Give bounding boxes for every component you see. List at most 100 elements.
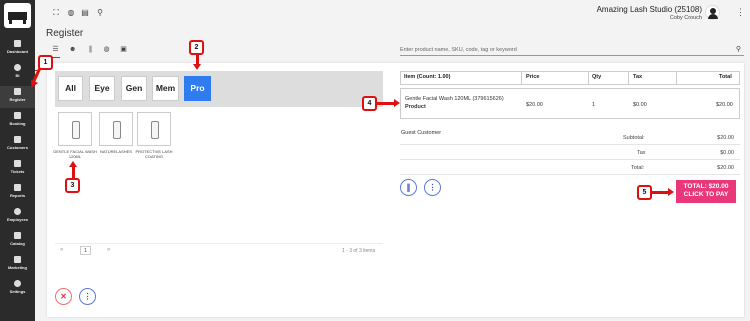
cart-item-qty[interactable]: 1 <box>592 102 595 108</box>
globe-icon[interactable]: ◍ <box>67 9 75 17</box>
pause-icon[interactable]: ∥ <box>87 46 94 53</box>
page-title: Register <box>46 28 84 39</box>
hold-button[interactable]: ∥ <box>400 179 417 196</box>
customer-name[interactable]: Guest Customer <box>401 130 441 136</box>
column-tax: Tax <box>633 74 643 80</box>
sidebar: Dashboard BI Register Booking Customers … <box>0 0 35 321</box>
category-all[interactable]: All <box>58 76 83 101</box>
pagination-bar <box>55 243 383 259</box>
divider <box>400 159 740 160</box>
fullscreen-icon[interactable]: ⛶ <box>52 9 60 17</box>
calculator-icon[interactable]: ▣ <box>120 46 127 53</box>
annotation-badge-2: 2 <box>189 40 204 55</box>
chart-icon <box>14 184 21 191</box>
category-mem[interactable]: Mem <box>152 76 179 101</box>
chat-icon[interactable]: ▤ <box>81 9 89 17</box>
cart-icon <box>14 88 21 95</box>
tag-icon <box>14 256 21 263</box>
search-icon[interactable]: ⚲ <box>96 9 104 17</box>
sidebar-item-settings[interactable]: Settings <box>0 278 35 300</box>
annotation-arrowhead-2 <box>193 64 201 70</box>
tax-label: Tax <box>637 150 646 156</box>
cart-table-header <box>400 71 740 85</box>
sidebar-item-tickets[interactable]: Tickets <box>0 158 35 180</box>
next-page-button[interactable]: » <box>107 247 110 253</box>
person-icon <box>14 208 21 215</box>
product-tile-gentle-facial-wash[interactable] <box>58 112 92 146</box>
category-pro[interactable]: Pro <box>184 76 211 101</box>
pay-cta-text: CLICK TO PAY <box>683 191 729 198</box>
bulb-icon <box>14 64 21 71</box>
annotation-arrowhead-5 <box>668 188 674 196</box>
sidebar-item-dashboard[interactable]: Dashboard <box>0 38 35 60</box>
people-icon[interactable]: ☻ <box>69 46 76 53</box>
column-qty: Qty <box>592 74 602 80</box>
gear-icon <box>14 280 21 287</box>
column-divider <box>588 71 589 85</box>
sidebar-item-label: Tickets <box>10 169 25 174</box>
cart-options-button[interactable]: ⋮ <box>424 179 441 196</box>
page-number[interactable]: 1 <box>80 246 91 255</box>
more-options-icon[interactable]: ⋮ <box>736 7 745 18</box>
sidebar-item-reports[interactable]: Reports <box>0 182 35 204</box>
sidebar-item-label: Employees <box>6 217 29 222</box>
cart-item-type: Product <box>405 104 426 110</box>
avatar[interactable] <box>705 5 720 20</box>
sidebar-item-employees[interactable]: Employees <box>0 206 35 228</box>
tax-value: $0.00 <box>720 150 734 156</box>
sidebar-item-customers[interactable]: Customers <box>0 134 35 156</box>
sidebar-item-booking[interactable]: Booking <box>0 110 35 132</box>
bottle-icon <box>151 121 159 139</box>
prev-page-button[interactable]: « <box>60 247 63 253</box>
product-tile-naturelashes[interactable] <box>99 112 133 146</box>
sidebar-item-marketing[interactable]: Marketing <box>0 254 35 276</box>
people-icon <box>14 136 21 143</box>
ticket-icon <box>14 160 21 167</box>
cancel-button[interactable]: ✕ <box>55 288 72 305</box>
product-label: GENTLE FACIAL WASH 120ML <box>53 149 97 159</box>
bottle-icon <box>113 121 121 139</box>
more-actions-button[interactable]: ⋮ <box>79 288 96 305</box>
annotation-arrow-4 <box>377 102 395 105</box>
product-label: PROTECTIVE LASH COATING <box>135 149 173 159</box>
sidebar-item-label: Marketing <box>8 265 27 270</box>
annotation-arrow-5 <box>652 191 669 194</box>
pagination-info: 1 - 3 of 3 items <box>342 248 376 254</box>
column-divider <box>676 71 677 85</box>
pay-total-text: TOTAL: $20.00 <box>683 183 729 190</box>
sidebar-item-label: Customers <box>7 145 28 150</box>
search-icon[interactable]: ⚲ <box>736 44 741 56</box>
column-divider <box>628 71 629 85</box>
globe-icon[interactable]: ◍ <box>103 46 110 53</box>
cart-item-total: $20.00 <box>716 102 733 108</box>
annotation-badge-3: 3 <box>65 178 80 193</box>
search-placeholder: Enter product name, SKU, code, tag or ke… <box>400 47 517 53</box>
total-value: $20.00 <box>717 165 734 171</box>
annotation-badge-5: 5 <box>637 185 652 200</box>
annotation-arrowhead-4 <box>394 99 400 107</box>
list-view-icon[interactable]: ☰ <box>52 46 59 53</box>
sidebar-item-label: Register <box>9 97 26 102</box>
column-total: Total <box>719 74 732 80</box>
column-divider <box>521 71 522 85</box>
category-gen[interactable]: Gen <box>121 76 147 101</box>
sidebar-item-register[interactable]: Register <box>0 86 35 108</box>
annotation-badge-1: 1 <box>38 55 53 70</box>
user-name: Coby Crouch <box>669 15 702 21</box>
sidebar-item-catalog[interactable]: Catalog <box>0 230 35 252</box>
sidebar-item-label: Dashboard <box>7 49 28 54</box>
search-input[interactable]: Enter product name, SKU, code, tag or ke… <box>400 44 744 56</box>
product-tile-protective-lash-coating[interactable] <box>137 112 171 146</box>
subtotal-value: $20.00 <box>717 135 734 141</box>
annotation-arrow-3 <box>72 167 75 178</box>
cart-item-name: Gentle Facial Wash 120ML (379615626) <box>405 96 504 102</box>
calendar-icon <box>14 112 21 119</box>
app-logo <box>4 3 31 28</box>
cart-item-tax: $0.00 <box>633 102 647 108</box>
pay-button[interactable]: TOTAL: $20.00 CLICK TO PAY <box>676 180 736 203</box>
store-name: Amazing Lash Studio (25108) <box>596 5 702 14</box>
divider <box>400 174 740 175</box>
category-eye[interactable]: Eye <box>89 76 115 101</box>
cart-row[interactable] <box>400 88 740 119</box>
sidebar-item-label: Reports <box>9 193 26 198</box>
